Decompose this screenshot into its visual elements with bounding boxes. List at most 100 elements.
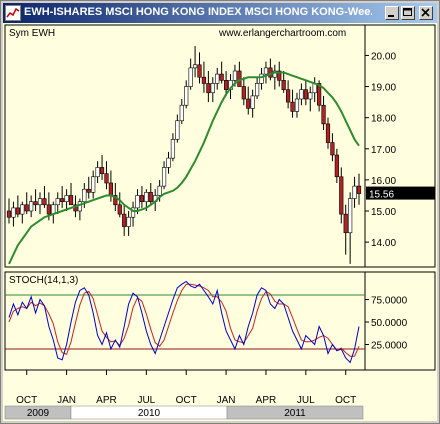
time-tick-label: APR	[96, 395, 117, 406]
candle-up	[255, 83, 260, 97]
candle-up	[294, 98, 300, 112]
candle-down	[356, 185, 362, 194]
candle-up	[126, 216, 131, 227]
candle-up	[55, 198, 60, 206]
candle-down	[24, 204, 29, 212]
symbol-label: Sym EWH	[9, 28, 55, 39]
candle-down	[139, 195, 145, 202]
time-axis: OCT JAN APR JUL OCT JAN APR JUL OCT	[16, 370, 356, 406]
candle-up	[184, 86, 189, 106]
minimize-icon	[388, 15, 394, 17]
close-button[interactable]	[419, 6, 433, 20]
time-tick-label: JAN	[57, 395, 76, 406]
price-tick-label: 15.00	[371, 207, 396, 218]
candle-down	[42, 198, 47, 206]
maximize-button[interactable]	[401, 6, 415, 20]
candle-up	[157, 185, 162, 196]
time-tick-label: OCT	[335, 395, 356, 406]
price-tick-label: 14.00	[371, 238, 396, 249]
candle-up	[188, 67, 193, 87]
stoch-axis-ticks: 75.0000 50.0000 25.0000	[365, 296, 408, 352]
candle-up	[348, 198, 353, 234]
candle-down	[286, 89, 291, 103]
candle-down	[108, 182, 113, 196]
window-title: EWH-ISHARES MSCI HONG KONG INDEX MSCI HO…	[24, 6, 372, 18]
candle-down	[241, 86, 246, 100]
watermark: www.erlangerchartroom.com	[218, 28, 346, 39]
time-tick-label: JUL	[137, 395, 155, 406]
candle-down	[33, 201, 38, 206]
candle-down	[68, 195, 74, 206]
last-price-label: 15.56	[369, 190, 394, 201]
time-tick-label: OCT	[16, 395, 37, 406]
candle-up	[11, 207, 16, 218]
price-tick-label: 17.00	[371, 145, 396, 156]
candle-up	[263, 67, 269, 75]
stoch-tick-label: 25.0000	[371, 341, 408, 352]
candle-up	[179, 104, 184, 122]
candle-up	[77, 201, 82, 212]
price-tick-label: 18.00	[371, 114, 396, 125]
candle-up	[166, 157, 171, 168]
candle-down	[330, 142, 335, 156]
candle-up	[82, 188, 87, 202]
candle-down	[148, 192, 153, 202]
candle-up	[20, 204, 25, 215]
candle-down	[201, 76, 207, 84]
candle-down	[99, 167, 105, 174]
close-icon	[421, 8, 430, 17]
time-tick-label: JUL	[297, 395, 315, 406]
chart-window: EWH-ISHARES MSCI HONG KONG INDEX MSCI HO…	[0, 0, 440, 424]
candle-up	[250, 95, 255, 109]
candle-up	[95, 167, 100, 178]
price-tick-label: 16.00	[371, 176, 396, 187]
chart-app-icon[interactable]	[5, 5, 21, 21]
candle-up	[192, 64, 198, 69]
candle-down	[246, 98, 251, 109]
candle-down	[117, 204, 122, 215]
candle-up	[215, 73, 220, 84]
title-bar[interactable]: EWH-ISHARES MSCI HONG KONG INDEX MSCI HO…	[3, 3, 437, 23]
stoch-tick-label: 50.0000	[371, 318, 408, 329]
candle-down	[290, 101, 295, 112]
candle-up	[210, 83, 215, 94]
time-tick-label: APR	[256, 395, 277, 406]
candle-down	[339, 176, 344, 215]
stoch-title: STOCH(14,1,3)	[9, 275, 78, 286]
candle-up	[232, 70, 238, 81]
candle-up	[29, 201, 34, 212]
candle-down	[303, 89, 308, 100]
candle-down	[104, 173, 109, 184]
maximize-icon	[403, 8, 412, 16]
candle-down	[343, 213, 348, 234]
candle-up	[259, 73, 264, 84]
candle-down	[86, 188, 91, 193]
candle-down	[122, 213, 127, 227]
chart-area: Sym EWH www.erlangerchartroom.com 14.00 1…	[3, 23, 437, 421]
candle-up	[308, 92, 313, 100]
candle-down	[321, 104, 326, 125]
price-tick-label: 19.00	[371, 83, 396, 94]
candle-up	[175, 120, 180, 140]
candle-up	[135, 195, 140, 209]
candle-down	[334, 154, 339, 178]
stoch-tick-label: 75.0000	[371, 296, 408, 307]
candle-down	[60, 198, 65, 202]
price-tick-label: 20.00	[371, 51, 396, 62]
chart-svg: Sym EWH www.erlangerchartroom.com 14.00 1…	[4, 24, 436, 420]
candle-up	[91, 176, 96, 193]
candle-up	[352, 185, 357, 199]
candle-up	[64, 195, 69, 202]
candle-down	[15, 207, 20, 215]
year-label: 2009	[27, 408, 50, 419]
minimize-button[interactable]	[385, 6, 399, 20]
candle-down	[325, 123, 331, 143]
candle-up	[144, 192, 149, 202]
candle-down	[206, 83, 211, 94]
candle-up	[170, 139, 176, 159]
year-band: 2009 2010 2011	[4, 405, 364, 420]
candle-down	[219, 73, 224, 81]
time-tick-label: OCT	[176, 395, 197, 406]
candle-down	[197, 64, 202, 78]
candle-down	[6, 210, 12, 218]
